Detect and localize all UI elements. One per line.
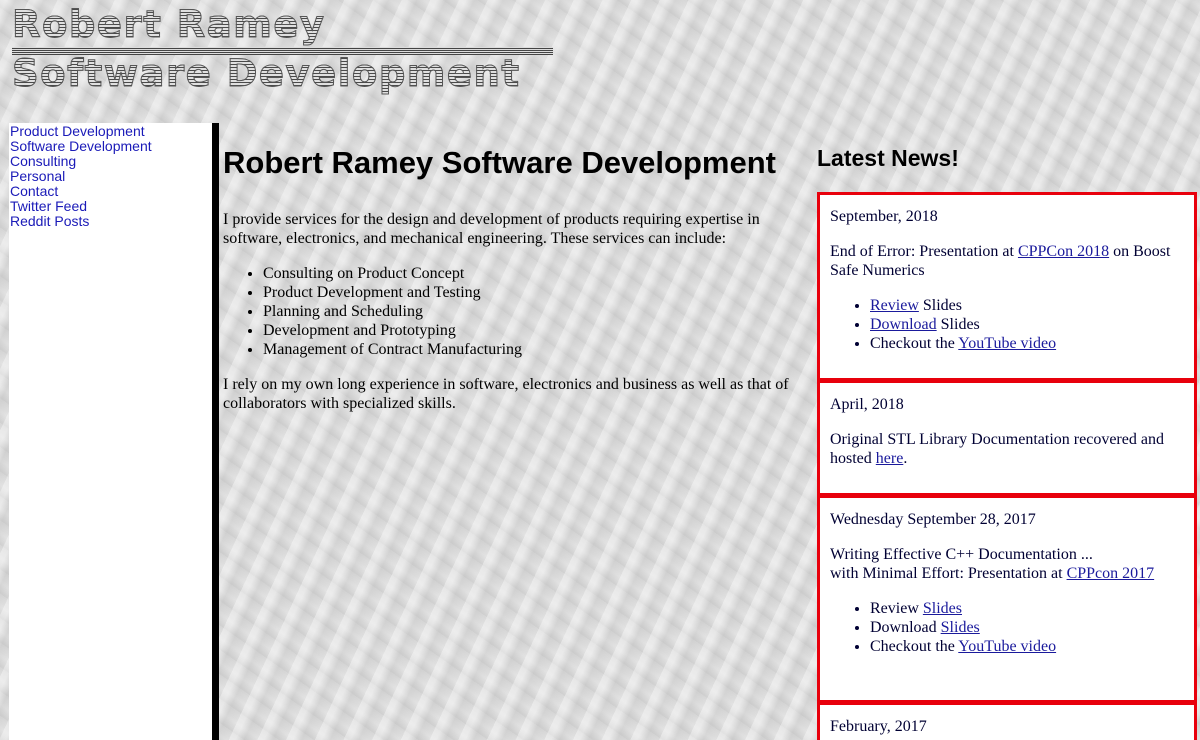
news-text: Writing Effective C++ Documentation ... w… [830, 545, 1194, 583]
download-slides-link[interactable]: Slides [941, 619, 980, 636]
news-bullet-list: Review Slides Download Slides Checkout t… [830, 599, 1194, 656]
news-text-span: Writing Effective C++ Documentation ... [830, 546, 1093, 563]
intro-paragraph: I provide services for the design and de… [223, 211, 760, 247]
news-date: Wednesday September 28, 2017 [830, 511, 1036, 528]
news-bullet-text: Checkout the [870, 335, 959, 352]
nav-link-software-development[interactable]: Software Development [9, 139, 212, 154]
service-item: Development and Prototyping [263, 321, 805, 340]
nav-list-item: Software Development [9, 139, 212, 154]
news-bullet: Download Slides [870, 315, 1194, 334]
nav-list-item: Consulting [9, 154, 212, 169]
nav-list: Product Development Software Development… [9, 123, 212, 229]
news-text-span: End of Error: Presentation at [830, 243, 1018, 260]
news-item: April, 2018 Original STL Library Documen… [817, 380, 1197, 496]
youtube-video-link[interactable]: YouTube video [958, 638, 1056, 655]
news-item: Wednesday September 28, 2017 Writing Eff… [817, 495, 1197, 703]
service-item: Management of Contract Manufacturing [263, 340, 805, 359]
news-date: September, 2018 [830, 208, 938, 225]
nav-link-twitter-feed[interactable]: Twitter Feed [9, 199, 212, 214]
page-title: Robert Ramey Software Development [223, 145, 776, 180]
service-item: Consulting on Product Concept [263, 264, 805, 283]
service-item: Product Development and Testing [263, 283, 805, 302]
nav-link-personal[interactable]: Personal [9, 169, 212, 184]
news-heading: Latest News! [817, 145, 959, 171]
news-bullet: Checkout the YouTube video [870, 637, 1194, 656]
download-slides-link[interactable]: Download [870, 316, 937, 333]
services-list: Consulting on Product Concept Product De… [223, 264, 805, 359]
news-date: February, 2017 [830, 718, 927, 735]
news-text-span: . [903, 450, 908, 467]
cppcon-2018-link[interactable]: CPPCon 2018 [1018, 243, 1109, 260]
news-bullet-text: Slides [936, 316, 980, 333]
news-bullet-text: Review [870, 600, 923, 617]
sidebar-nav: Product Development Software Development… [9, 123, 212, 740]
news-text: End of Error: Presentation at CPPCon 201… [830, 242, 1194, 280]
stl-docs-here-link[interactable]: here [876, 450, 904, 467]
cppcon-2017-link[interactable]: CPPcon 2017 [1067, 565, 1155, 582]
nav-list-item: Product Development [9, 123, 212, 139]
review-slides-link[interactable]: Slides [923, 600, 962, 617]
news-bullet-text: Slides [918, 297, 962, 314]
logo-line-business: Software Development [12, 52, 521, 95]
youtube-video-link[interactable]: YouTube video [958, 335, 1056, 352]
service-item: Planning and Scheduling [263, 302, 805, 321]
news-bullet: Checkout the YouTube video [870, 334, 1194, 353]
news-bullet-list: Review Slides Download Slides Checkout t… [830, 296, 1194, 353]
news-bullet: Download Slides [870, 618, 1194, 637]
news-text: Original STL Library Documentation recov… [830, 430, 1194, 468]
news-item: September, 2018 End of Error: Presentati… [817, 192, 1197, 381]
nav-list-item: Personal [9, 169, 212, 184]
sidebar-divider [212, 123, 219, 740]
nav-link-product-development[interactable]: Product Development [9, 123, 212, 139]
news-text-span: with Minimal Effort: Presentation at [830, 565, 1067, 582]
nav-link-consulting[interactable]: Consulting [9, 154, 212, 169]
news-bullet: Review Slides [870, 296, 1194, 315]
main-content: Robert Ramey Software Development I prov… [223, 140, 805, 413]
review-slides-link[interactable]: Review [870, 297, 919, 314]
nav-list-item: Reddit Posts [9, 214, 212, 229]
nav-list-item: Twitter Feed [9, 199, 212, 214]
nav-list-item: Contact [9, 184, 212, 199]
news-bullet-text: Checkout the [870, 638, 959, 655]
nav-link-reddit-posts[interactable]: Reddit Posts [9, 214, 212, 229]
logo-line-name: Robert Ramey [12, 3, 326, 46]
nav-link-contact[interactable]: Contact [9, 184, 212, 199]
site-logo: Robert Ramey Software Development [12, 4, 572, 94]
news-bullet: Review Slides [870, 599, 1194, 618]
closing-paragraph: I rely on my own long experience in soft… [223, 376, 789, 412]
news-date: April, 2018 [830, 396, 904, 413]
news-item: February, 2017 [817, 702, 1197, 740]
news-bullet-text: Download [870, 619, 941, 636]
